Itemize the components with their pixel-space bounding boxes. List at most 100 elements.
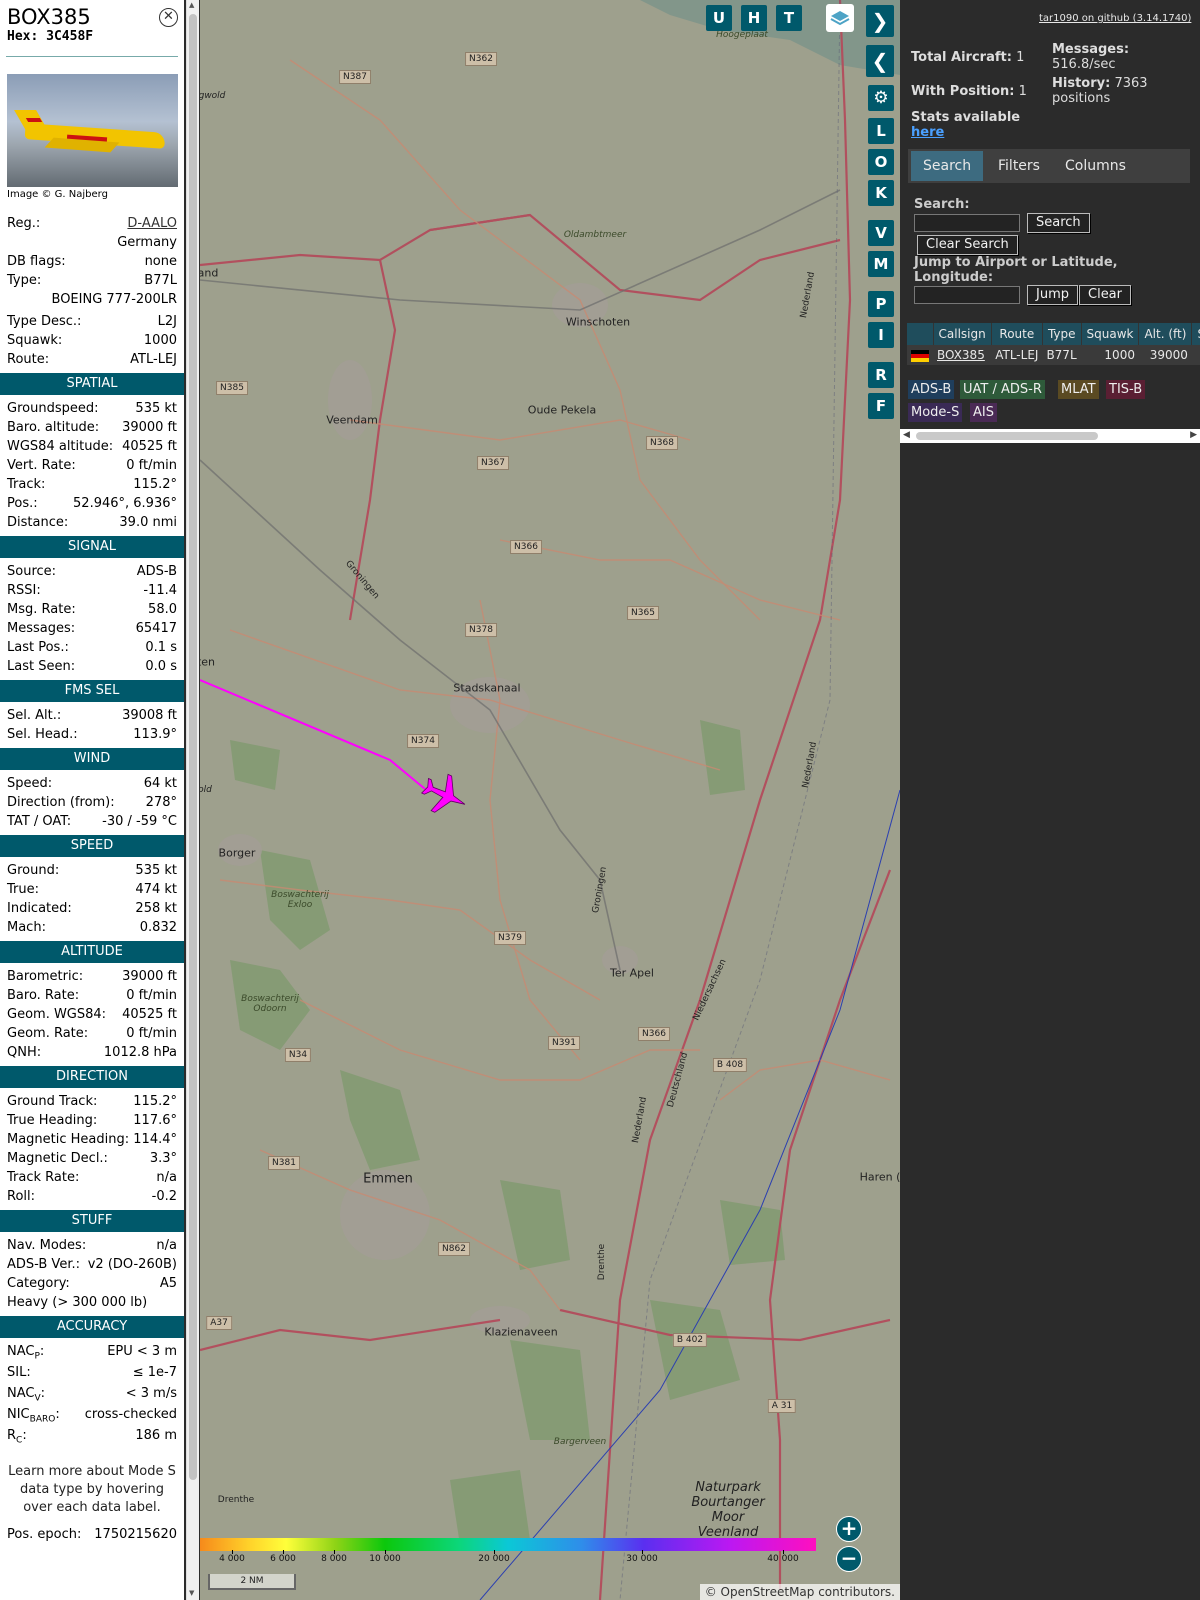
jump-input[interactable] [914,286,1020,304]
detail-label[interactable]: Roll: [7,1187,35,1206]
close-icon[interactable]: ✕ [159,8,178,27]
detail-label[interactable]: DB flags: [7,252,66,271]
jump-button[interactable]: Jump [1027,285,1078,305]
detail-label[interactable]: Msg. Rate: [7,600,76,619]
detail-label[interactable]: Type: [7,271,41,290]
tab-search[interactable]: Search [911,151,984,181]
detail-label[interactable]: Magnetic Heading: [7,1130,129,1149]
clear-search-button[interactable]: Clear Search [917,235,1018,255]
zoom-in-icon[interactable]: + [836,1516,862,1542]
detail-label[interactable]: Vert. Rate: [7,456,76,475]
detail-label[interactable]: Category: [7,1274,70,1293]
detail-label[interactable]: NICBARO: [7,1405,60,1426]
detail-label[interactable]: Last Pos.: [7,638,69,657]
detail-label[interactable]: ADS-B Ver.: [7,1255,80,1274]
column-flag[interactable] [907,323,934,345]
toggle-v-button[interactable]: V [868,220,894,246]
detail-label[interactable]: Ground Track: [7,1092,97,1111]
detail-label[interactable]: Sel. Head.: [7,725,78,744]
detail-label[interactable]: Baro. Rate: [7,986,79,1005]
tab-columns[interactable]: Columns [1053,151,1138,181]
detail-label[interactable]: Messages: [7,619,75,638]
detail-label[interactable]: Geom. WGS84: [7,1005,106,1024]
detail-label[interactable]: True Heading: [7,1111,97,1130]
stats-link[interactable]: here [911,125,944,140]
map-attribution[interactable]: © OpenStreetMap contributors. [699,1584,900,1600]
toggle-i-button[interactable]: I [868,322,894,348]
chevron-right-icon[interactable]: ❯ [866,5,894,37]
detail-label[interactable]: Type Desc.: [7,312,81,331]
map-view[interactable]: Winschoten Veendam Oude Pekela Stadskana… [200,0,900,1600]
detail-label[interactable]: WGS84 altitude: [7,437,113,456]
detail-label[interactable]: Speed: [7,774,52,793]
toggle-k-button[interactable]: K [868,180,894,206]
detail-label[interactable]: Reg.: [7,214,40,233]
gear-icon[interactable]: ⚙ [868,85,894,111]
detail-label[interactable]: Mach: [7,918,46,937]
scroll-up-icon[interactable]: ▲ [189,1,194,9]
detail-label[interactable]: Squawk: [7,331,62,350]
detail-label[interactable]: Sel. Alt.: [7,706,61,725]
detail-label[interactable]: Pos.: [7,494,38,513]
toggle-p-button[interactable]: P [868,291,894,317]
scroll-down-icon[interactable]: ▼ [189,1589,194,1597]
tab-filters[interactable]: Filters [986,151,1052,181]
detail-label[interactable]: Indicated: [7,899,72,918]
detail-label[interactable]: Track: [7,475,45,494]
detail-label[interactable]: Groundspeed: [7,399,98,418]
scrollbar-thumb[interactable] [189,14,197,1480]
column-altitude[interactable]: Alt. (ft) [1138,323,1193,345]
toggle-t-button[interactable]: T [776,5,802,31]
aircraft-photo[interactable] [7,74,178,187]
table-row[interactable]: BOX385 ATL-LEJ B77L 1000 39000 [907,345,1200,365]
search-input[interactable] [914,214,1020,232]
aircraft-marker[interactable] [417,768,474,823]
toggle-l-button[interactable]: L [868,118,894,144]
layers-button[interactable] [826,4,854,32]
column-squawk[interactable]: Squawk [1081,323,1140,345]
detail-label[interactable]: TAT / OAT: [7,812,71,831]
sidebar-scrollbar[interactable]: ▲ ▼ [186,0,199,1600]
toggle-r-button[interactable]: R [868,362,894,388]
detail-label[interactable]: Baro. altitude: [7,418,99,437]
detail-label[interactable]: Magnetic Decl.: [7,1149,108,1168]
scroll-right-icon[interactable]: ▶ [1190,430,1197,440]
scroll-left-icon[interactable]: ◀ [903,430,910,440]
detail-label[interactable]: RC: [7,1426,27,1447]
detail-label[interactable]: QNH: [7,1043,41,1062]
detail-label[interactable]: Geom. Rate: [7,1024,88,1043]
column-route[interactable]: Route [991,323,1043,345]
callsign-cell[interactable]: BOX385 [933,345,992,365]
hscroll-thumb[interactable] [916,432,1098,440]
zoom-out-icon[interactable]: − [836,1546,862,1572]
toggle-h-button[interactable]: H [741,5,767,31]
detail-label[interactable]: SIL: [7,1363,31,1384]
detail-label[interactable]: Direction (from): [7,793,115,812]
column-type[interactable]: Type [1042,323,1082,345]
detail-label[interactable]: Source: [7,562,56,581]
detail-label[interactable]: Ground: [7,861,59,880]
detail-label[interactable]: True: [7,880,39,899]
github-link[interactable]: tar1090 on github (3.14.1740) [1039,13,1191,24]
detail-label[interactable]: NACP: [7,1342,44,1363]
column-callsign[interactable]: Callsign [933,323,992,345]
detail-label[interactable]: Pos. epoch: [7,1525,81,1544]
detail-label[interactable]: Barometric: [7,967,83,986]
toggle-m-button[interactable]: M [868,251,894,277]
column-speed[interactable]: Spe [1191,323,1200,345]
detail-label[interactable]: Heavy (> 300 000 lb) [7,1293,147,1312]
detail-label[interactable]: Route: [7,350,49,369]
detail-label[interactable]: Last Seen: [7,657,75,676]
table-horizontal-scrollbar[interactable]: ◀ ▶ [900,429,1200,443]
detail-label[interactable]: Track Rate: [7,1168,79,1187]
detail-label[interactable]: Nav. Modes: [7,1236,86,1255]
clear-jump-button[interactable]: Clear [1079,285,1131,305]
detail-label[interactable]: NACV: [7,1384,45,1405]
chevron-left-icon[interactable]: ❮ [866,45,894,77]
detail-value[interactable]: D-AALO [127,214,177,233]
toggle-f-button[interactable]: F [868,393,894,419]
toggle-o-button[interactable]: O [868,149,894,175]
toggle-u-button[interactable]: U [706,5,732,31]
search-button[interactable]: Search [1027,213,1090,233]
detail-label[interactable]: RSSI: [7,581,41,600]
